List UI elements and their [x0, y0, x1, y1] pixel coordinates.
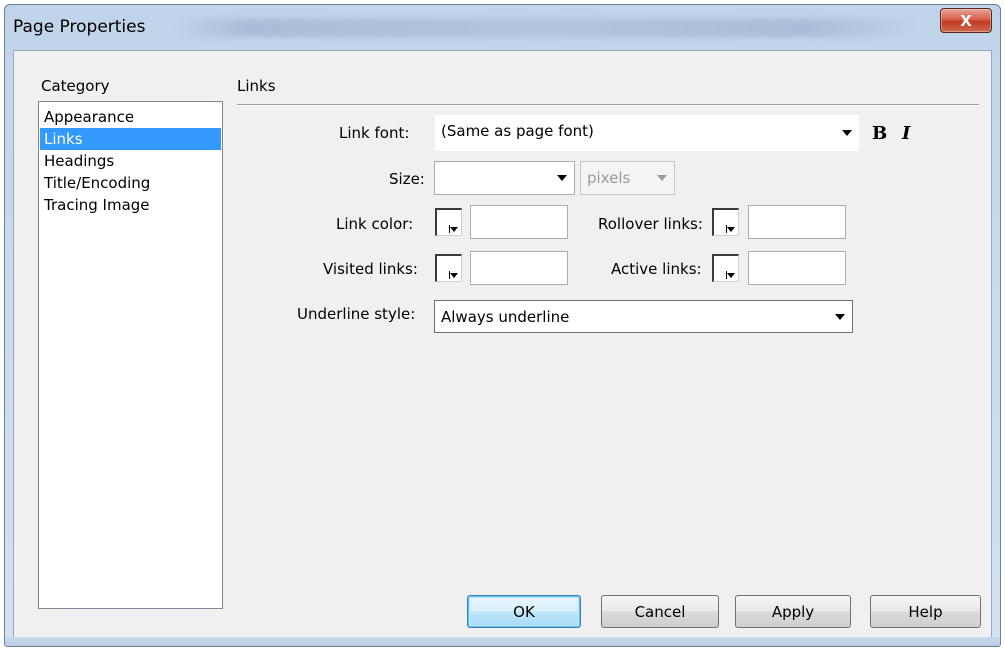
dropdown-arrow-icon — [450, 227, 458, 232]
dropdown-arrow-icon — [657, 175, 667, 181]
help-button[interactable]: Help — [870, 595, 981, 628]
close-icon: X — [960, 11, 972, 30]
window-bottom-edge — [5, 637, 1000, 646]
section-title: Links — [237, 77, 276, 95]
category-list[interactable]: Appearance Links Headings Title/Encoding… — [38, 101, 223, 609]
active-links-label: Active links: — [611, 260, 702, 278]
size-unit-value: pixels — [587, 169, 631, 187]
underline-style-label: Underline style: — [297, 305, 416, 323]
link-color-input[interactable] — [470, 205, 568, 239]
rollover-links-label: Rollover links: — [598, 215, 703, 233]
active-links-swatch[interactable] — [712, 254, 739, 282]
title-bar[interactable]: Page Properties X — [5, 5, 1000, 50]
bold-icon[interactable]: B — [872, 123, 887, 144]
underline-style-select[interactable]: Always underline — [434, 300, 853, 333]
link-font-value: (Same as page font) — [441, 122, 594, 140]
category-item-appearance[interactable]: Appearance — [40, 106, 221, 128]
rollover-links-swatch[interactable] — [712, 208, 739, 236]
category-item-links[interactable]: Links — [40, 128, 221, 150]
size-unit-select[interactable]: pixels — [580, 161, 675, 195]
dropdown-arrow-icon — [450, 273, 458, 278]
category-item-tracing-image[interactable]: Tracing Image — [40, 194, 221, 216]
category-item-title-encoding[interactable]: Title/Encoding — [40, 172, 221, 194]
section-divider — [237, 104, 979, 106]
italic-icon[interactable]: I — [902, 123, 910, 144]
close-button[interactable]: X — [940, 8, 992, 33]
blurred-background-text — [175, 19, 915, 37]
category-label: Category — [41, 77, 110, 95]
visited-links-input[interactable] — [470, 251, 568, 285]
link-color-swatch[interactable] — [435, 208, 462, 236]
dialog-title: Page Properties — [13, 17, 146, 37]
link-color-label: Link color: — [336, 215, 414, 233]
underline-style-value: Always underline — [441, 308, 570, 326]
active-links-input[interactable] — [748, 251, 846, 285]
page-properties-dialog: Page Properties X Category Appearance Li… — [4, 4, 1001, 647]
dropdown-arrow-icon — [557, 175, 567, 181]
visited-links-swatch[interactable] — [435, 254, 462, 282]
rollover-links-input[interactable] — [748, 205, 846, 239]
dropdown-arrow-icon — [727, 273, 735, 278]
size-select[interactable] — [434, 161, 575, 195]
dropdown-arrow-icon — [727, 227, 735, 232]
dialog-body: Category Appearance Links Headings Title… — [13, 50, 992, 638]
cancel-button[interactable]: Cancel — [601, 595, 719, 628]
link-font-label: Link font: — [339, 124, 410, 142]
dropdown-arrow-icon — [835, 313, 845, 320]
link-font-select[interactable]: (Same as page font) — [434, 114, 860, 152]
apply-button[interactable]: Apply — [735, 595, 851, 628]
category-item-headings[interactable]: Headings — [40, 150, 221, 172]
visited-links-label: Visited links: — [323, 260, 418, 278]
ok-button[interactable]: OK — [467, 595, 581, 628]
dropdown-arrow-icon — [842, 130, 852, 136]
size-label: Size: — [389, 170, 425, 188]
